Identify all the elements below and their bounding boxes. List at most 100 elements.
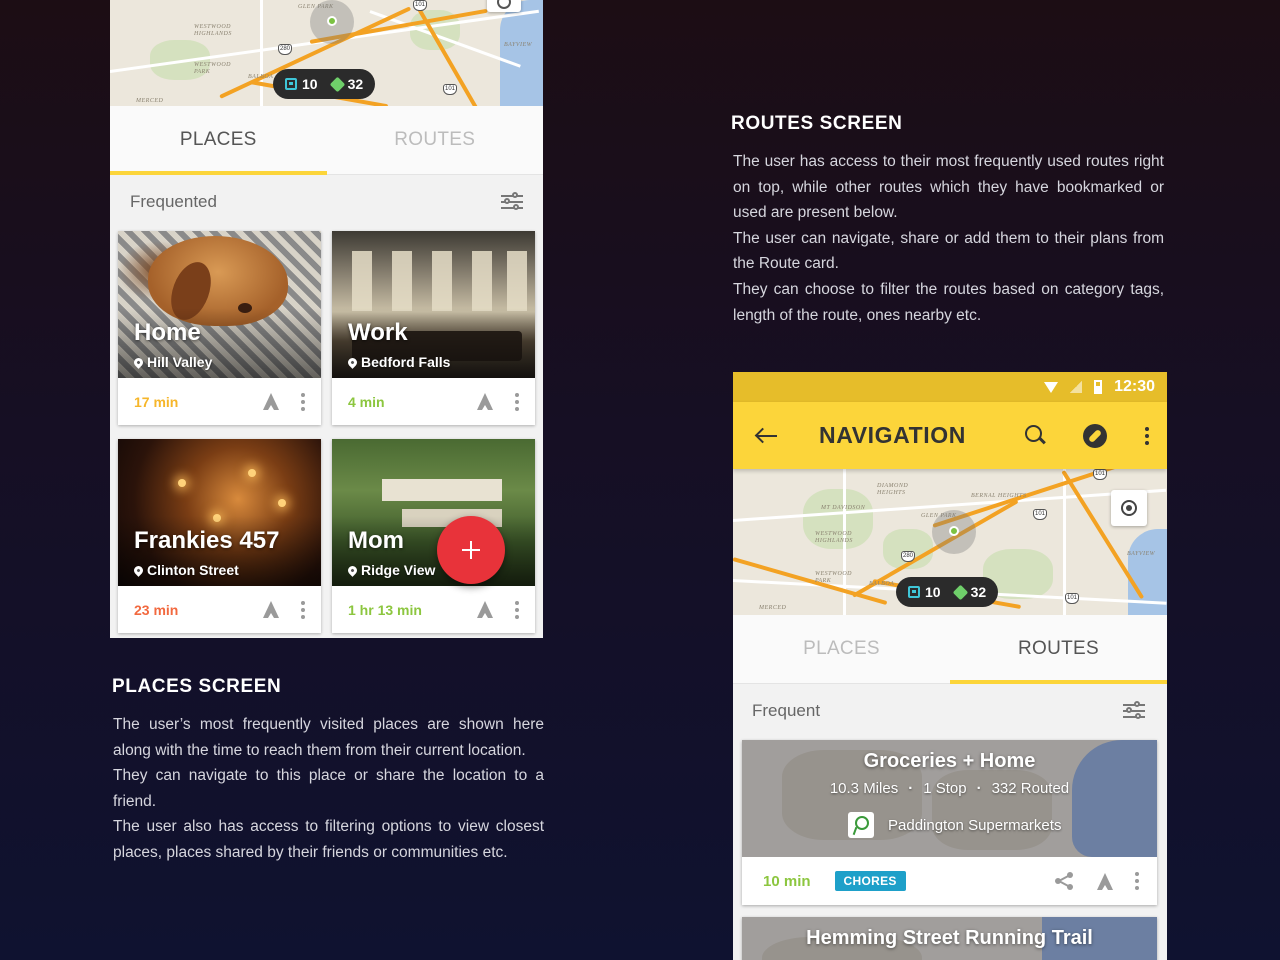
navigate-icon[interactable] [1097, 872, 1113, 890]
description-paragraph: They can choose to filter the routes bas… [733, 280, 1164, 324]
tab-routes[interactable]: ROUTES [950, 615, 1167, 684]
target-icon [497, 0, 511, 9]
place-card-frankies[interactable]: Frankies 457 Clinton Street 23 min [118, 439, 321, 633]
map-label: WESTWOOD PARK [815, 571, 852, 584]
map-label: MERCED [136, 98, 164, 104]
map-label: MT DAVIDSON [821, 505, 866, 511]
description-paragraph: The user’s most frequently visited place… [113, 716, 544, 759]
more-options-icon[interactable] [515, 600, 519, 619]
travel-time: 4 min [348, 393, 385, 410]
map-label: BERNAL HEIGHTS [971, 493, 1027, 499]
route-card[interactable]: Hemming Street Running Trail [742, 917, 1157, 960]
category-tag[interactable]: CHORES [834, 871, 906, 891]
map-label: DIAMOND HEIGHTS [877, 483, 909, 496]
route-routed-count: 332 Routed [991, 780, 1070, 797]
place-card-mom[interactable]: Mom Ridge View 1 hr 13 min [332, 439, 535, 633]
section-title: Frequent [752, 701, 821, 720]
more-options-icon[interactable] [301, 392, 305, 411]
current-location-dot [949, 526, 959, 536]
description-paragraph: The user can navigate, share or add them… [733, 229, 1164, 273]
compass-icon[interactable] [1083, 423, 1107, 448]
map-stats-pill[interactable]: 10 32 [896, 577, 999, 607]
place-card-footer: 4 min [332, 378, 535, 425]
target-icon [1121, 500, 1137, 516]
wifi-icon [1044, 381, 1059, 393]
calendar-icon [908, 586, 920, 598]
pin-icon [346, 355, 359, 369]
filter-icon[interactable] [1123, 701, 1145, 721]
calendar-icon [285, 78, 297, 90]
map-label: WESTWOOD PARK [194, 62, 231, 75]
filter-icon[interactable] [501, 192, 523, 212]
travel-time: 17 min [134, 393, 179, 410]
route-diamond-icon [329, 76, 345, 92]
routes-screen-mockup: 12:30 NAVIGATION DIAMOND HEIGHTS BERNAL … [733, 372, 1167, 960]
place-card-footer: 17 min [118, 378, 321, 425]
my-location-button[interactable] [1111, 490, 1147, 526]
routes-screen-heading: ROUTES SCREEN [731, 113, 903, 134]
travel-time: 23 min [134, 601, 179, 618]
more-options-icon[interactable] [515, 392, 519, 411]
frequent-header: Frequent [733, 684, 1167, 738]
highway-shield: 101 [413, 0, 427, 11]
map-label: BALBOA [248, 74, 274, 80]
places-tab-bar: PLACES ROUTES [110, 106, 543, 175]
route-time: 10 min [763, 872, 811, 890]
share-icon[interactable] [1055, 872, 1073, 890]
navigate-icon[interactable] [477, 393, 493, 410]
place-card-footer: 1 hr 13 min [332, 586, 535, 633]
navigate-icon[interactable] [477, 601, 493, 618]
signal-icon [1070, 381, 1083, 393]
places-screen-heading: PLACES SCREEN [112, 676, 282, 697]
navigate-icon[interactable] [263, 601, 279, 618]
place-location-label: Bedford Falls [361, 354, 451, 370]
my-location-button[interactable] [487, 0, 521, 12]
tab-places[interactable]: PLACES [110, 106, 327, 175]
more-options-icon[interactable] [301, 600, 305, 619]
highway-shield: 101 [1065, 593, 1079, 604]
places-screen-description: The user’s most frequently visited place… [113, 712, 544, 866]
pin-icon [132, 355, 145, 369]
highway-shield: 280 [278, 44, 292, 55]
highway-shield: 101 [1033, 509, 1047, 520]
section-title: Frequented [130, 192, 217, 211]
plans-count: 10 [925, 584, 941, 600]
map-label: MERCED [759, 605, 787, 611]
frequented-header: Frequented [110, 175, 543, 229]
place-title: Home [134, 319, 201, 346]
tab-places[interactable]: PLACES [733, 615, 950, 683]
map-label: WESTWOOD HIGHLANDS [194, 24, 232, 37]
routes-count: 32 [970, 584, 987, 600]
highway-shield: 280 [901, 551, 915, 562]
overflow-menu-icon[interactable] [1145, 426, 1149, 445]
search-icon[interactable] [1025, 424, 1047, 447]
place-location: Clinton Street [132, 562, 239, 578]
places-screen-mockup: GLEN PARK WESTWOOD HIGHLANDS WESTWOOD PA… [110, 0, 543, 638]
back-arrow-icon[interactable] [754, 427, 777, 444]
pin-icon [132, 563, 145, 577]
place-card-work[interactable]: Work Bedford Falls 4 min [332, 231, 535, 425]
place-card-footer: 23 min [118, 586, 321, 633]
app-bar-title: NAVIGATION [819, 422, 966, 448]
place-location: Hill Valley [132, 354, 212, 370]
navigate-icon[interactable] [263, 393, 279, 410]
places-map[interactable]: GLEN PARK WESTWOOD HIGHLANDS WESTWOOD PA… [110, 0, 543, 106]
status-bar: 12:30 [733, 372, 1167, 402]
route-card[interactable]: Groceries + Home 10.3 Miles · 1 Stop · 3… [742, 740, 1157, 905]
route-poi-label: Paddington Supermarkets [888, 816, 1062, 834]
more-options-icon[interactable] [1135, 872, 1139, 890]
place-card-home[interactable]: Home Hill Valley 17 min [118, 231, 321, 425]
place-location: Ridge View [346, 562, 435, 578]
route-poi: Paddington Supermarkets [848, 812, 1061, 838]
place-title: Frankies 457 [134, 527, 280, 554]
separator-dot: · [976, 780, 982, 797]
place-title: Mom [348, 527, 404, 554]
route-diamond-icon [952, 584, 968, 600]
add-place-button[interactable] [437, 516, 505, 584]
routes-map[interactable]: DIAMOND HEIGHTS BERNAL HEIGHTS MT DAVIDS… [733, 469, 1167, 615]
route-title: Hemming Street Running Trail [806, 927, 1093, 949]
travel-time: 1 hr 13 min [348, 601, 422, 618]
map-stats-pill[interactable]: 10 32 [273, 69, 376, 99]
routes-count: 32 [347, 76, 364, 92]
tab-routes[interactable]: ROUTES [327, 106, 544, 174]
